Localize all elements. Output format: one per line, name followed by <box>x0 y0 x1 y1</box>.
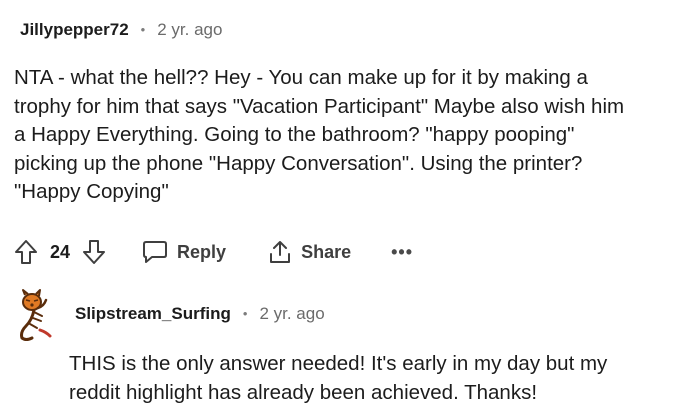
comment-author[interactable]: Jillypepper72 <box>20 19 129 41</box>
downvote-button[interactable] <box>82 239 106 265</box>
reply-button[interactable]: Reply <box>142 240 226 264</box>
reply-comment-body: THIS is the only answer needed! It's ear… <box>69 350 607 407</box>
tiger-cartoon-avatar <box>20 289 52 341</box>
comment-header: Jillypepper72 • 2 yr. ago <box>20 19 222 41</box>
reply-comment-author[interactable]: Slipstream_Surfing <box>75 303 231 325</box>
comment-body-line: a Happy Everything. Going to the bathroo… <box>14 123 575 146</box>
share-button[interactable]: Share <box>268 239 351 265</box>
vote-count: 24 <box>50 241 71 262</box>
speech-bubble-icon <box>143 241 168 263</box>
reply-label: Reply <box>177 241 227 262</box>
downvote-arrow-icon <box>83 240 106 264</box>
comment-body-line: trophy for him that says "Vacation Parti… <box>14 94 625 118</box>
meta-separator: • <box>140 22 146 37</box>
reply-comment-header: Slipstream_Surfing • 2 yr. ago <box>75 303 325 325</box>
comment-body-line: THIS is the only answer needed! It's ear… <box>69 352 608 375</box>
more-options-button[interactable]: ••• <box>391 242 413 263</box>
comment-body-line: picking up the phone "Happy Conversation… <box>14 151 583 175</box>
comment-timestamp[interactable]: 2 yr. ago <box>157 19 222 41</box>
avatar[interactable] <box>12 286 54 342</box>
comment-body-line: NTA - what the hell?? Hey - You can make… <box>14 66 588 89</box>
comment-action-bar: 24 Reply Share ••• <box>14 233 413 271</box>
comment-body-line: reddit highlight has already been achiev… <box>69 380 538 404</box>
share-label: Share <box>301 241 352 262</box>
comment-body: NTA - what the hell?? Hey - You can make… <box>14 64 624 207</box>
upvote-arrow-icon <box>15 240 37 264</box>
comment-body-line: "Happy Copying" <box>14 180 169 203</box>
upvote-button[interactable] <box>14 239 38 265</box>
meta-separator: • <box>242 306 248 321</box>
share-upload-icon <box>270 241 291 263</box>
reply-comment-timestamp[interactable]: 2 yr. ago <box>259 303 324 325</box>
